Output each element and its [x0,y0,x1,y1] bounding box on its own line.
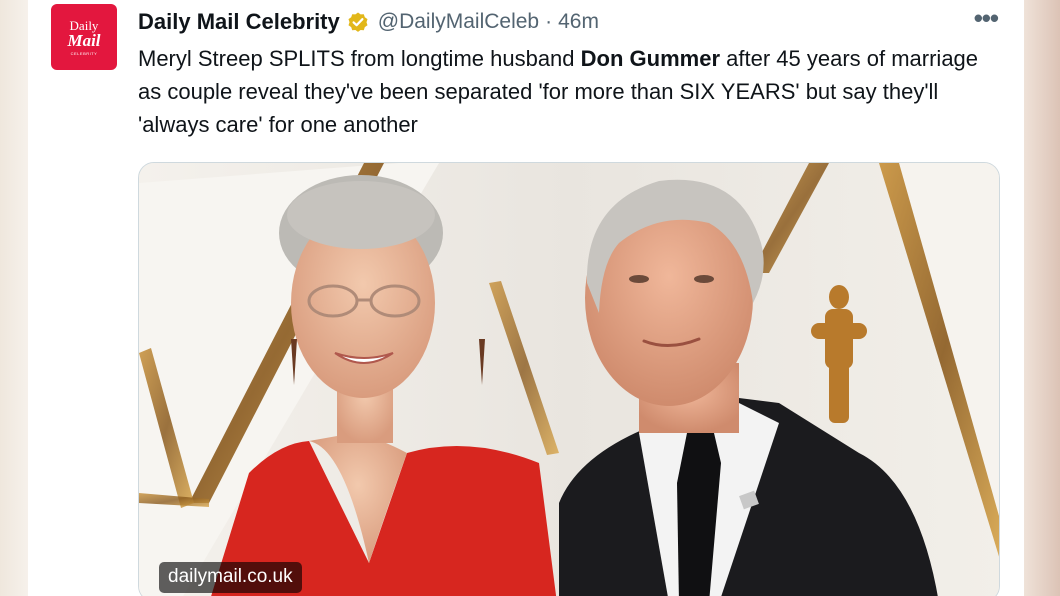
tweet-media-photo[interactable]: dailymail.co.uk [138,162,1000,596]
avatar-line-3: CELEBRITY [70,50,98,56]
timestamp[interactable]: 46m [558,10,599,34]
tweet-text: Meryl Streep SPLITS from longtime husban… [138,42,998,141]
tweet-header: Daily Mail Celebrity @DailyMailCeleb · 4… [138,8,599,36]
tweet-text-part-1: Meryl Streep SPLITS from longtime husban… [138,46,581,71]
verified-badge-icon[interactable] [346,10,370,34]
media-source-label[interactable]: dailymail.co.uk [159,562,302,593]
author-handle[interactable]: @DailyMailCeleb [378,10,539,34]
avatar[interactable]: Daily Mail CELEBRITY [51,4,117,70]
photo-illustration [139,163,999,596]
avatar-line-1: Daily [69,17,99,33]
more-options-icon[interactable]: ••• [974,5,999,31]
avatar-line-2: Mail [67,30,101,50]
tweet-card[interactable]: Daily Mail CELEBRITY Daily Mail Celebrit… [28,0,1024,596]
tweet-text-bold: Don Gummer [580,46,721,71]
separator-dot: · [545,10,553,33]
background-right-edge [1024,0,1060,596]
author-name[interactable]: Daily Mail Celebrity [138,9,340,35]
background-left-edge [0,0,28,596]
